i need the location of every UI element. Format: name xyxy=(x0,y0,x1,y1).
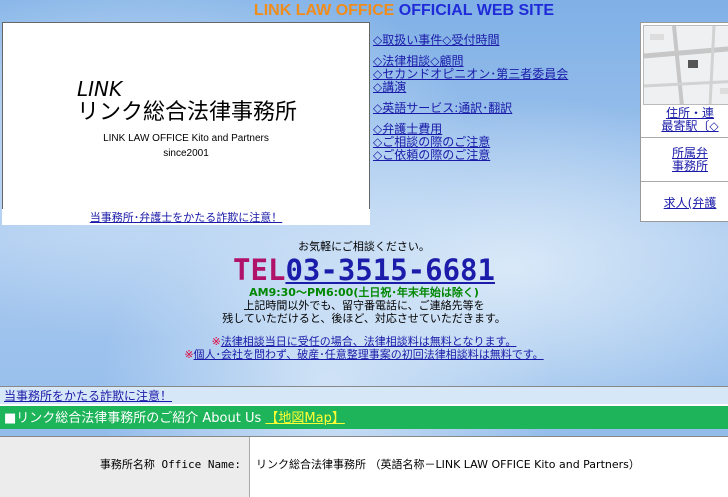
right-panel-divider xyxy=(641,137,728,138)
menu-item[interactable]: ◇取扱い事件 xyxy=(373,34,442,47)
map-icon xyxy=(644,26,728,104)
fraud-notice-bar-link[interactable]: 当事務所をかたる詐欺に注意！ xyxy=(4,389,172,403)
office-info-table: 事務所名称 Office Name: リンク総合法律事務所 （英語名称－LINK… xyxy=(0,436,728,497)
menu-group: ◇法律相談 ◇顧問 ◇セカンドオピニオン･第三者委員会 ◇講演 xyxy=(373,55,568,94)
right-panel-divider xyxy=(641,181,728,182)
logo-eng: LINK xyxy=(77,77,123,101)
site-title-part1: LINK LAW OFFICE xyxy=(253,2,395,19)
fraud-notice-bar[interactable]: 当事務所をかたる詐欺に注意！ xyxy=(0,386,728,404)
menu-item[interactable]: ◇受付時間 xyxy=(442,34,499,47)
tel-label: TEL xyxy=(233,253,286,287)
tel-number[interactable]: 03-3515-6681 xyxy=(285,253,495,287)
menu-group: ◇弁護士費用 ◇ご相談の際のご注意 ◇ご依頼の際のご注意 xyxy=(373,123,568,162)
office-name-value: リンク総合法律事務所 （英語名称－LINK LAW OFFICE Kito an… xyxy=(256,458,640,471)
fee-notice-1-link[interactable]: 法律相談当日に受任の場合、法律相談料は無料となります。 xyxy=(221,335,517,348)
site-title-part2: OFFICIAL WEB SITE xyxy=(394,2,555,19)
voicemail-note-line2: 残していただけると、後ほど、対応させていただきます。 xyxy=(222,312,506,325)
menu-item[interactable]: ◇ご依頼の際のご注意 xyxy=(373,149,568,162)
right-panel: 住所・連 最寄駅〔◇ 所属弁 事務所 求人(弁護 xyxy=(640,22,728,222)
map-link[interactable]: 【地図Map】 xyxy=(265,411,344,426)
site-title: LINK LAW OFFICE OFFICIAL WEB SITE xyxy=(0,2,728,20)
fee-notice-2[interactable]: ※個人･会社を問わず、破産･任意整理事案の初回法律相談料は無料です。 xyxy=(0,348,728,361)
logo: LINK リンク総合法律事務所 xyxy=(77,77,297,125)
logo-box[interactable]: LINK リンク総合法律事務所 LINK LAW OFFICE Kito and… xyxy=(2,22,370,210)
members-link-line2[interactable]: 事務所 xyxy=(641,160,728,173)
menu-item[interactable]: ◇講演 xyxy=(373,81,568,94)
address-link[interactable]: 住所・連 最寄駅〔◇ xyxy=(641,107,728,133)
intro-title: ■リンク総合法律事務所のご紹介 About Us xyxy=(4,411,266,426)
contact-lead: お気軽にご相談ください。 xyxy=(298,240,430,253)
office-name-label: 事務所名称 Office Name: xyxy=(0,437,250,497)
voicemail-note-line1: 上記時間以外でも、留守番電話に、ご連絡先等を xyxy=(243,299,485,312)
members-link[interactable]: 所属弁 事務所 xyxy=(641,147,728,173)
map-thumbnail[interactable] xyxy=(643,25,728,105)
logo-sub2: since2001 xyxy=(163,148,209,159)
menu-group: ◇英語サービス:通訳･翻訳 xyxy=(373,102,568,115)
contact-block: お気軽にご相談ください。 TEL03-3515-6681 AM9:30～PM6:… xyxy=(0,238,728,361)
intro-header: ■リンク総合法律事務所のご紹介 About Us 【地図Map】 xyxy=(0,404,728,429)
menu-item[interactable]: ◇英語サービス:通訳･翻訳 xyxy=(373,102,568,115)
fee-notice-1-mark: ※ xyxy=(211,335,221,348)
fraud-notice-top[interactable]: 当事務所･弁護士をかたる詐欺に注意！ xyxy=(2,209,370,225)
recruit-link[interactable]: 求人(弁護 xyxy=(641,197,728,210)
fee-notices: ※法律相談当日に受任の場合、法律相談料は無料となります。 ※個人･会社を問わず、… xyxy=(0,335,728,361)
menu-group: ◇取扱い事件 ◇受付時間 xyxy=(373,34,568,47)
fee-notice-2-link[interactable]: 個人･会社を問わず、破産･任意整理事案の初回法律相談料は無料です。 xyxy=(194,348,544,361)
logo-jp: リンク総合法律事務所 xyxy=(77,100,298,125)
address-link-line2[interactable]: 最寄駅〔◇ xyxy=(641,120,728,133)
recruit-link-text[interactable]: 求人(弁護 xyxy=(664,196,717,210)
office-hours: AM9:30～PM6:00(土日祝･年末年始は除く) xyxy=(249,286,479,299)
logo-sub1: LINK LAW OFFICE Kito and Partners xyxy=(103,133,269,144)
fee-notice-2-mark: ※ xyxy=(184,348,194,361)
fee-notice-1[interactable]: ※法律相談当日に受任の場合、法律相談料は無料となります。 xyxy=(0,335,728,348)
fraud-notice-top-link[interactable]: 当事務所･弁護士をかたる詐欺に注意！ xyxy=(90,211,283,224)
tel-line[interactable]: TEL03-3515-6681 xyxy=(0,254,728,286)
logo-subtitle: LINK LAW OFFICE Kito and Partners since2… xyxy=(3,131,369,161)
main-menu: ◇取扱い事件 ◇受付時間 ◇法律相談 ◇顧問 ◇セカンドオピニオン･第三者委員会 ◇講演 ◇… xyxy=(373,34,568,170)
